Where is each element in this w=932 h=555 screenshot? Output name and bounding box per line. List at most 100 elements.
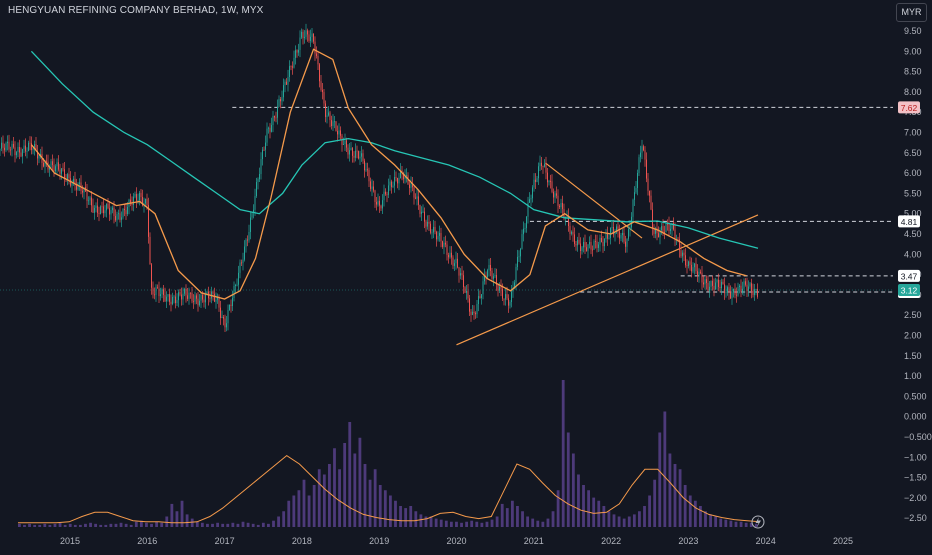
currency-button[interactable]: MYR xyxy=(896,3,927,22)
y-tick-label: 9.50 xyxy=(904,26,922,36)
candle-body xyxy=(286,81,287,85)
candle-body xyxy=(101,206,103,208)
volume-bar xyxy=(211,523,214,527)
volume-bar xyxy=(510,500,514,527)
candle-body xyxy=(277,106,278,118)
candle-body xyxy=(323,92,325,104)
candle-body xyxy=(229,304,230,311)
volume-bar xyxy=(38,524,42,527)
candle-body xyxy=(98,212,100,215)
candle-body xyxy=(310,36,311,41)
candle-body xyxy=(743,281,745,289)
volume-bar xyxy=(63,524,67,527)
candle-body xyxy=(571,231,572,234)
candle-body xyxy=(55,166,56,172)
candle-body xyxy=(26,151,28,152)
candle-body xyxy=(580,243,581,251)
candle-body xyxy=(38,155,40,159)
candle-body xyxy=(175,296,176,304)
x-tick-label: 2021 xyxy=(524,536,544,546)
candle-body xyxy=(325,103,326,117)
volume-bar xyxy=(53,523,57,527)
candle-body xyxy=(523,228,524,235)
candle-body xyxy=(752,290,754,296)
candle-body xyxy=(200,294,202,301)
candle-body xyxy=(119,213,121,220)
candle-body xyxy=(526,216,527,229)
candle-body xyxy=(560,202,562,208)
candle-body xyxy=(572,231,574,235)
volume-bar xyxy=(480,522,484,527)
candle-body xyxy=(550,180,551,182)
volume-bar xyxy=(134,521,138,527)
candle-body xyxy=(539,162,541,167)
volume-bar xyxy=(383,490,387,527)
y-tick-label: 2.50 xyxy=(904,310,922,320)
candle-body xyxy=(721,281,722,289)
candle-body xyxy=(751,283,752,291)
volume-bar xyxy=(465,521,469,527)
candle-body xyxy=(53,165,55,172)
candle-body xyxy=(458,267,460,276)
candle-body xyxy=(314,41,316,54)
candle-body xyxy=(382,200,383,209)
candle-body xyxy=(601,237,602,243)
y-tick-label: 0.500 xyxy=(904,391,927,401)
candle-body xyxy=(680,250,682,257)
candle-body xyxy=(340,130,341,136)
x-tick-label: 2022 xyxy=(601,536,621,546)
volume-bar xyxy=(129,524,133,527)
volume-bar xyxy=(206,523,209,527)
candle-body xyxy=(152,287,154,295)
candle-body xyxy=(529,199,530,203)
candle-body xyxy=(251,212,253,218)
candle-body xyxy=(316,53,317,56)
candle-body xyxy=(604,238,605,247)
candle-body xyxy=(283,85,284,98)
candle-body xyxy=(605,233,607,239)
candle-body xyxy=(443,242,445,247)
candle-body xyxy=(754,289,755,296)
candle-body xyxy=(28,142,29,152)
candle-body xyxy=(383,191,385,201)
volume-bar xyxy=(68,523,72,527)
candle-body xyxy=(59,169,61,174)
candle-body xyxy=(535,179,536,182)
candle-body xyxy=(5,143,7,151)
candle-body xyxy=(317,55,319,65)
level-tag-label: 7.62 xyxy=(901,103,918,113)
candle-body xyxy=(160,294,161,297)
candle-body xyxy=(13,143,14,148)
candle-body xyxy=(145,198,146,204)
candle-body xyxy=(710,280,712,287)
candle-body xyxy=(665,223,667,233)
candle-body xyxy=(301,31,302,38)
candle-body xyxy=(683,252,685,256)
candle-body xyxy=(644,150,646,160)
volume-bar xyxy=(516,506,519,527)
candle-body xyxy=(569,226,571,234)
volume-bar xyxy=(582,485,585,527)
candle-body xyxy=(581,247,583,251)
volume-bar xyxy=(566,432,570,527)
candle-body xyxy=(724,284,725,294)
candle-body xyxy=(359,156,361,159)
candle-body xyxy=(86,191,88,201)
volume-bar xyxy=(195,521,199,527)
volume-bar xyxy=(302,479,306,527)
price-chart[interactable]: 9.509.008.508.007.507.006.506.005.505.00… xyxy=(0,0,932,550)
candle-body xyxy=(739,285,740,287)
volume-bar xyxy=(536,520,540,527)
candle-body xyxy=(638,157,640,173)
volume-bar xyxy=(307,495,311,527)
candle-body xyxy=(413,187,415,198)
volume-bar xyxy=(587,490,591,527)
volume-bar xyxy=(124,523,128,527)
candle-body xyxy=(736,294,737,296)
candle-body xyxy=(755,289,757,290)
volume-bar xyxy=(475,521,479,527)
candle-body xyxy=(649,190,650,196)
candle-body xyxy=(445,242,446,245)
candle-body xyxy=(746,284,748,291)
ma-long-line xyxy=(30,50,759,249)
